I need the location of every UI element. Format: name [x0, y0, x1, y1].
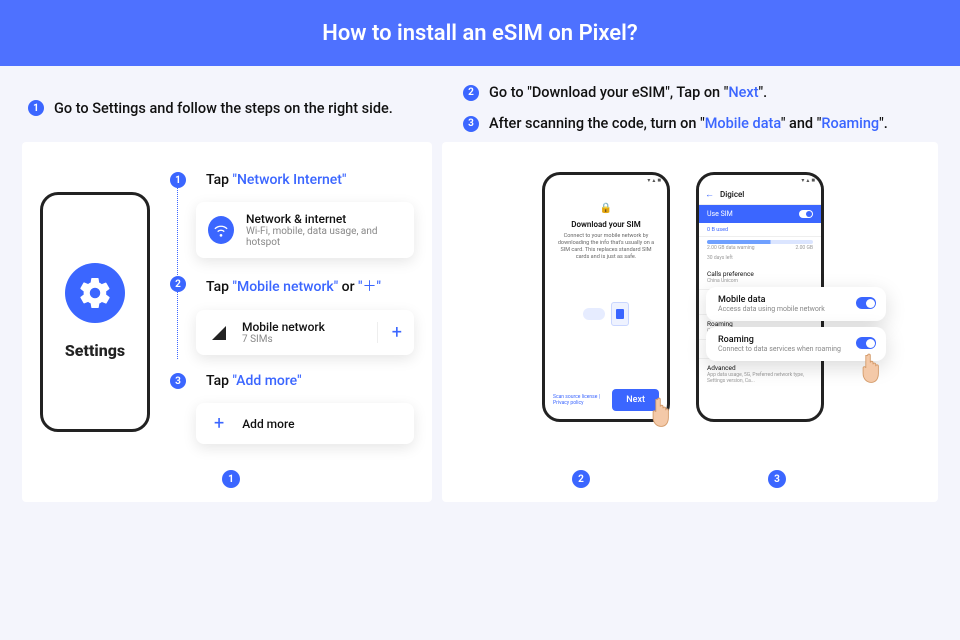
mobile-data-overlay: Mobile data Access data using mobile net… — [706, 287, 886, 321]
substep-2-badge: 2 — [170, 276, 186, 292]
panel-badge-2: 2 — [572, 470, 590, 488]
overlay-md-title: Mobile data — [718, 295, 874, 305]
card2-title: Mobile network — [242, 320, 325, 334]
network-internet-card: Network & internet Wi-Fi, mobile, data u… — [196, 202, 414, 258]
status-bar: ▾▴■ — [699, 175, 821, 185]
intro-step-1-text: Go to Settings and follow the steps on t… — [54, 100, 393, 117]
settings-phone-illustration: Settings — [40, 192, 150, 432]
card1-title: Network & internet — [246, 212, 402, 226]
step-connector-line — [177, 184, 178, 359]
plus-icon: + — [377, 322, 402, 343]
badge-2-icon: 2 — [463, 85, 479, 101]
substep-3: 3 Tap "Add more" — [170, 373, 414, 389]
panel-badge-3: 3 — [768, 470, 786, 488]
signal-icon — [212, 326, 226, 340]
intro-step-2: 2 Go to "Download your eSIM", Tap on "Ne… — [463, 84, 932, 101]
sim-chip-icon — [611, 302, 629, 326]
card2-sub: 7 SIMs — [242, 334, 325, 345]
sim-illustration — [545, 302, 667, 326]
advanced-row[interactable]: AdvancedApp data usage, 5G, Preferred ne… — [699, 359, 821, 389]
overlay-rm-sub: Connect to data services when roaming — [718, 345, 874, 353]
hero-banner: How to install an eSIM on Pixel? — [0, 0, 960, 66]
hand-pointer-icon — [858, 350, 888, 386]
substep-1: 1 Tap "Network Internet" — [170, 172, 414, 188]
cloud-icon — [583, 308, 605, 320]
plus-icon: + — [214, 413, 224, 434]
card1-sub: Wi-Fi, mobile, data usage, and hotspot — [246, 226, 402, 248]
overlay-md-sub: Access data using mobile network — [718, 305, 874, 313]
mobile-data-link: Mobile data — [705, 115, 781, 132]
download-sim-screen: ▾▴■ 🔒 Download your SIM Connect to your … — [542, 172, 670, 422]
badge-3-icon: 3 — [463, 116, 479, 132]
mobile-network-card: Mobile network 7 SIMs + — [196, 310, 414, 355]
overlay-rm-title: Roaming — [718, 335, 874, 345]
download-desc: Connect to your mobile network by downlo… — [555, 233, 657, 262]
status-bar: ▾▴■ — [545, 175, 667, 185]
add-more-card: + Add more — [196, 403, 414, 444]
page-title: How to install an eSIM on Pixel? — [322, 21, 637, 46]
back-icon[interactable]: ← — [705, 189, 714, 200]
intro-step-3: 3 After scanning the code, turn on "Mobi… — [463, 115, 932, 132]
intro-step-1: 1 Go to Settings and follow the steps on… — [28, 100, 393, 117]
gear-icon — [65, 263, 125, 323]
substep-3-badge: 3 — [170, 373, 186, 389]
toggle-icon[interactable] — [799, 210, 813, 218]
lock-icon: 🔒 — [600, 203, 612, 214]
substep-1-badge: 1 — [170, 172, 186, 188]
settings-label: Settings — [57, 339, 133, 362]
panel-screens: ▾▴■ 🔒 Download your SIM Connect to your … — [442, 142, 938, 502]
substep-2: 2 Tap "Mobile network" or "＋" — [170, 276, 414, 296]
privacy-links: Scan source license | Privacy policy — [553, 394, 612, 406]
carrier-name: Digicel — [720, 190, 744, 199]
data-bar — [707, 240, 813, 244]
toggle-on-icon[interactable] — [856, 297, 876, 309]
intro-section: 1 Go to Settings and follow the steps on… — [0, 66, 960, 142]
card3-title: Add more — [242, 417, 294, 431]
panel-badge-1: 1 — [222, 470, 240, 488]
panel-steps: Settings 1 Tap "Network Internet" Networ… — [22, 142, 432, 502]
toggle-on-icon[interactable] — [856, 337, 876, 349]
badge-1-icon: 1 — [28, 100, 44, 116]
hand-pointer-icon — [648, 394, 678, 430]
next-link: Next — [728, 84, 758, 101]
use-sim-row[interactable]: Use SIM — [699, 205, 821, 223]
download-title: Download your SIM — [571, 220, 640, 229]
wifi-icon — [208, 216, 234, 244]
roaming-link: Roaming — [821, 115, 879, 132]
used-label: 0 B used — [699, 223, 821, 237]
